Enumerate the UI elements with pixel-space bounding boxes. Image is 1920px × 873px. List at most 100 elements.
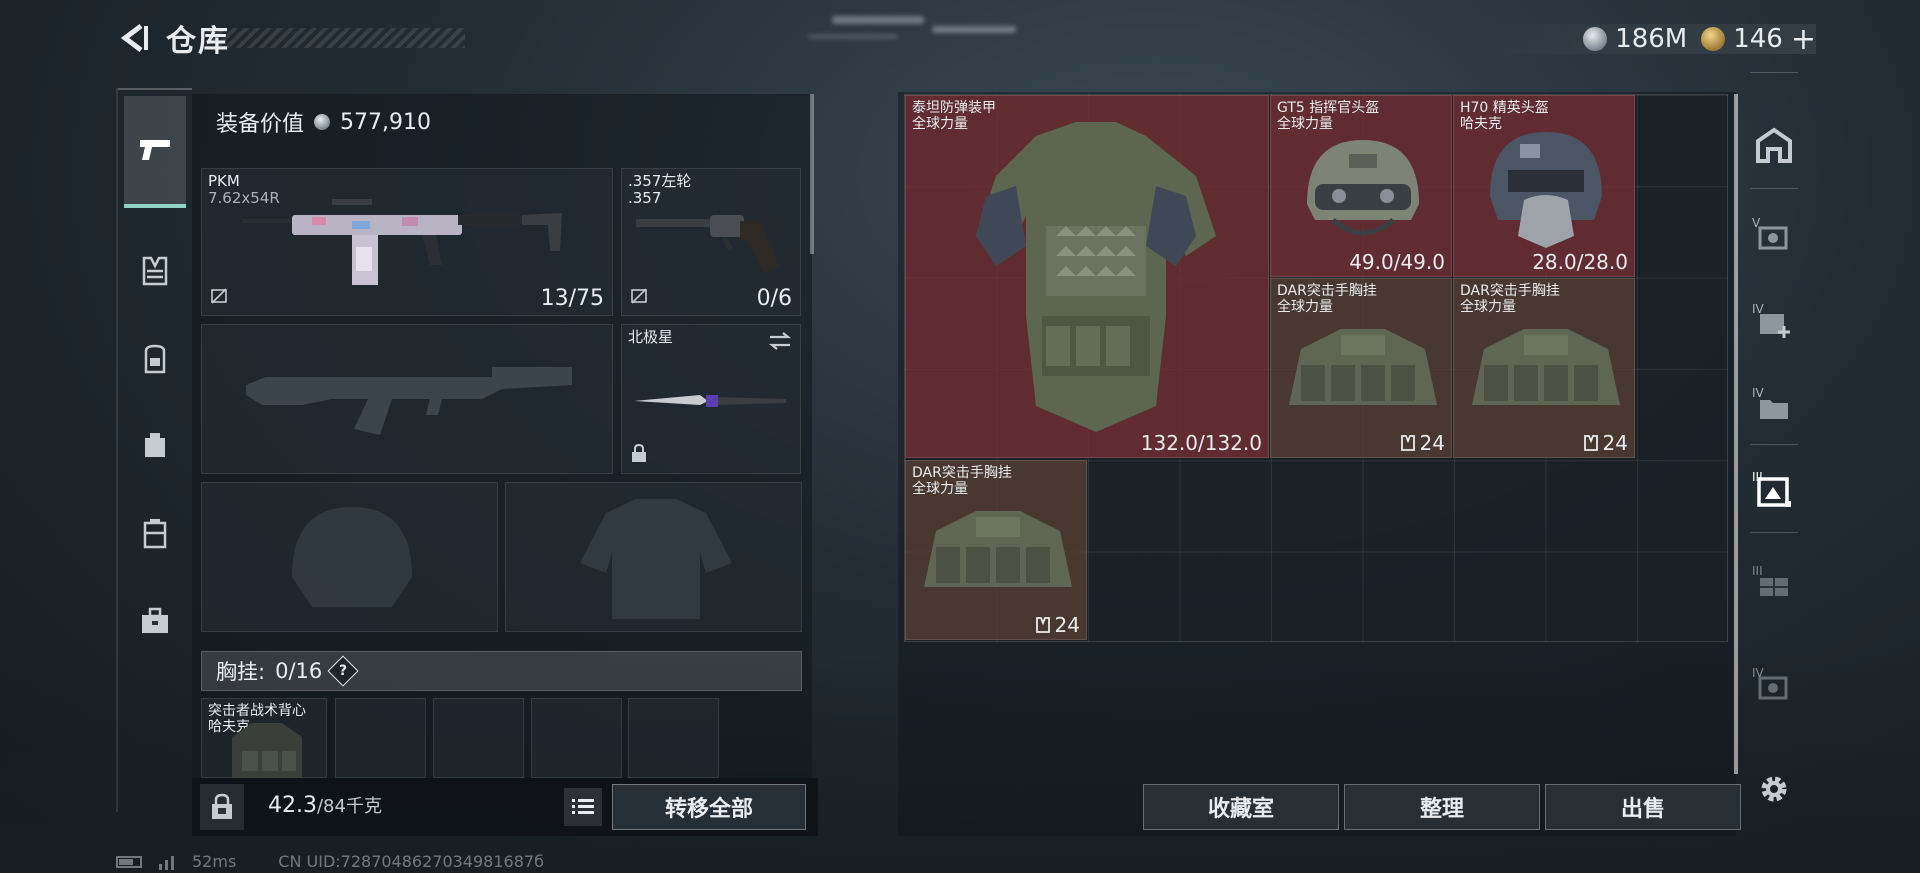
- stash-tab-v[interactable]: V: [1748, 210, 1800, 264]
- chest-rig-count: 0/16: [275, 659, 323, 683]
- stash-item-dar-rig-3[interactable]: DAR突击手胸挂 全球力量 24: [905, 460, 1087, 640]
- stash-tab-iii[interactable]: III: [1748, 558, 1800, 612]
- ping-value: 52ms: [192, 852, 237, 871]
- rig-pocket-2[interactable]: [433, 698, 524, 778]
- stash-tab-iv-locked[interactable]: IV: [1748, 660, 1800, 714]
- stash-item-dar-rig-1[interactable]: DAR突击手胸挂 全球力量 24: [1270, 278, 1452, 458]
- nav-weapons-tab[interactable]: [124, 96, 186, 208]
- item-label: GT5 指挥官头盔 全球力量: [1277, 100, 1379, 132]
- pouch-icon: [145, 433, 165, 457]
- secondary-weapon-ammo: 0/6: [756, 286, 792, 311]
- item-label: 泰坦防弹装甲 全球力量: [912, 100, 996, 132]
- rig-pocket-4[interactable]: [628, 698, 719, 778]
- stash-item-armor[interactable]: 泰坦防弹装甲 全球力量 132.0/132.0: [905, 95, 1269, 458]
- tab-level-label: V: [1752, 216, 1761, 230]
- vest-icon: [1035, 617, 1050, 633]
- nav-vest-tab[interactable]: [124, 240, 186, 302]
- tab-divider: [1750, 444, 1798, 445]
- primary-weapon-slot-2[interactable]: [201, 324, 613, 474]
- item-brand: 全球力量: [1277, 116, 1333, 132]
- tab-divider: [1750, 72, 1798, 73]
- item-capacity: 24: [1583, 431, 1628, 455]
- stash-item-gt5-helmet[interactable]: GT5 指挥官头盔 全球力量 49.0/49.0: [1270, 95, 1452, 277]
- item-brand: 全球力量: [1460, 299, 1516, 315]
- rig-pocket-1[interactable]: [335, 698, 426, 778]
- left-nav: [116, 88, 192, 812]
- transfer-all-button[interactable]: 转移全部: [612, 784, 806, 830]
- helmet-image: [1307, 140, 1419, 236]
- stash-item-h70-helmet[interactable]: H70 精英头盔 哈夫克 28.0/28.0: [1453, 95, 1635, 277]
- help-icon[interactable]: ?: [327, 655, 359, 687]
- item-brand: 全球力量: [912, 481, 968, 497]
- stash-tab-main[interactable]: [1748, 118, 1800, 172]
- stash-item-dar-rig-2[interactable]: DAR突击手胸挂 全球力量 24: [1453, 278, 1635, 458]
- gold-coin-icon: [1701, 27, 1726, 51]
- title-stripe: [210, 28, 465, 48]
- item-name: DAR突击手胸挂: [1460, 283, 1560, 299]
- back-arrow-icon[interactable]: [118, 21, 152, 55]
- stash-scrollbar[interactable]: [1734, 94, 1738, 774]
- item-durability: 28.0/28.0: [1532, 250, 1628, 274]
- add-currency-button[interactable]: +: [1791, 22, 1816, 57]
- no-insurance-icon: [630, 287, 648, 309]
- vest-icon: [1583, 435, 1598, 451]
- chest-rig-label: 胸挂:: [216, 660, 266, 684]
- tactical-vest-image: [232, 723, 302, 779]
- user-uid: CN UID:7287048627034981687б: [278, 852, 544, 871]
- item-durability: 49.0/49.0: [1349, 250, 1445, 274]
- nav-backpack-tab[interactable]: [124, 328, 186, 390]
- chest-rig-image: [924, 511, 1072, 587]
- nav-container-tab[interactable]: [124, 502, 186, 564]
- primary-weapon-ammo: 13/75: [540, 286, 604, 311]
- list-view-button[interactable]: [564, 788, 602, 826]
- carry-bar: 42.3/84千克 转移全部: [192, 778, 818, 836]
- stash-tab-iii-active[interactable]: III: [1748, 464, 1800, 518]
- item-name: 泰坦防弹装甲: [912, 100, 996, 116]
- helmet-image: [1490, 132, 1602, 248]
- sort-button[interactable]: 整理: [1344, 784, 1540, 830]
- chest-rig-bar: 胸挂: 0/16 ?: [201, 651, 802, 691]
- pkm-rifle-image: [242, 199, 562, 285]
- container-icon: [143, 519, 167, 549]
- item-name: DAR突击手胸挂: [912, 465, 1012, 481]
- silver-coin-icon: [314, 114, 331, 130]
- stash-tabs: V IV IV III III IV: [1748, 60, 1800, 802]
- primary-weapon-name: PKM: [208, 172, 240, 190]
- equipment-value-label: 装备价值: [216, 112, 305, 137]
- body-armor-image: [976, 122, 1216, 432]
- briefcase-icon: [142, 607, 168, 633]
- item-capacity: 24: [1035, 613, 1080, 637]
- tab-level-label: IV: [1752, 386, 1764, 400]
- swap-icon[interactable]: [768, 331, 792, 355]
- primary-weapon-slot[interactable]: PKM 7.62x54R 13/75: [201, 168, 613, 316]
- item-capacity-value: 24: [1419, 431, 1445, 455]
- settings-button[interactable]: [1748, 762, 1800, 816]
- item-capacity: 24: [1400, 431, 1445, 455]
- currency-bar: 186M 146 +: [1476, 22, 1816, 57]
- tab-level-label: IV: [1752, 666, 1764, 680]
- stash-tab-iv-add[interactable]: IV: [1748, 296, 1800, 350]
- help-glyph: ?: [339, 663, 348, 679]
- warehouse-icon: [1756, 127, 1792, 163]
- sell-button[interactable]: 出售: [1545, 784, 1741, 830]
- weight-lock-icon[interactable]: [200, 784, 244, 830]
- helmet-slot[interactable]: [201, 482, 498, 632]
- nav-case-tab[interactable]: [124, 590, 186, 652]
- secondary-weapon-slot[interactable]: .357左轮 .357 0/6: [621, 168, 801, 316]
- chest-rig-image: [1289, 329, 1437, 405]
- stash-tab-iv-folder[interactable]: IV: [1748, 380, 1800, 434]
- nav-pouch-tab[interactable]: [124, 414, 186, 476]
- melee-slot[interactable]: 北极星: [621, 324, 801, 474]
- carry-weight-max: /84千克: [316, 796, 382, 817]
- collection-room-button[interactable]: 收藏室: [1143, 784, 1339, 830]
- status-bar: 52ms CN UID:7287048627034981687б: [116, 852, 544, 871]
- equipment-scrollbar[interactable]: [810, 94, 814, 254]
- secondary-weapon-label: .357左轮 .357: [628, 173, 691, 207]
- silver-coin-icon: [1583, 27, 1608, 51]
- rig-pocket-3[interactable]: [531, 698, 622, 778]
- armor-slot[interactable]: [505, 482, 802, 632]
- equipment-value-amount: 577,910: [340, 109, 431, 135]
- item-durability: 132.0/132.0: [1140, 431, 1262, 455]
- no-insurance-icon: [210, 287, 228, 309]
- backpack-slot[interactable]: 突击者战术背心 哈夫克: [201, 698, 327, 779]
